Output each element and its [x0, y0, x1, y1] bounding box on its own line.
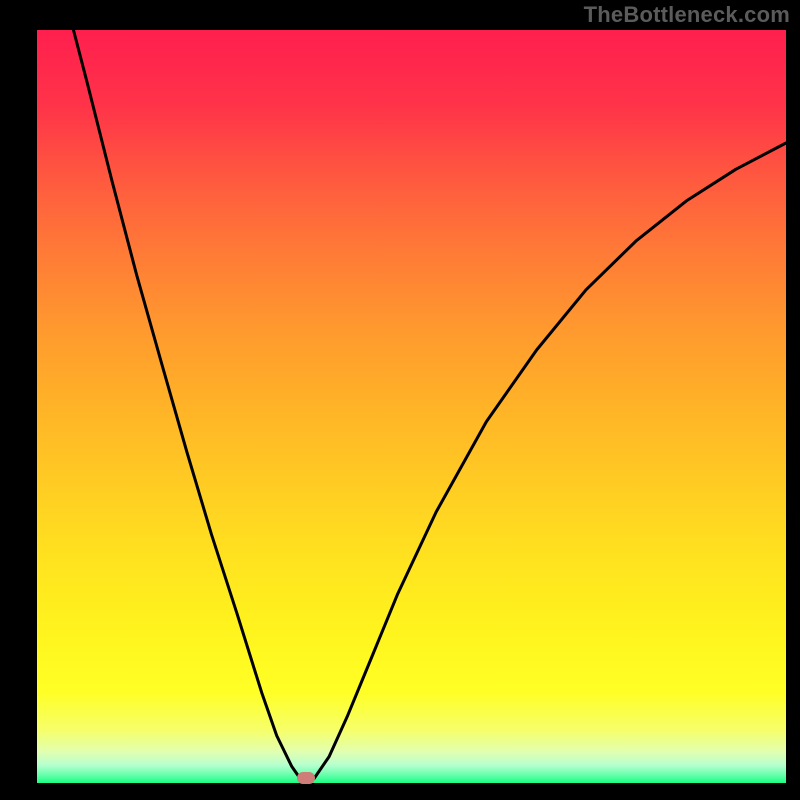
watermark-text: TheBottleneck.com: [584, 2, 790, 28]
bottleneck-plot: [0, 0, 800, 800]
chart-frame: TheBottleneck.com: [0, 0, 800, 800]
optimal-point-marker: [297, 772, 315, 784]
plot-background: [37, 30, 786, 783]
